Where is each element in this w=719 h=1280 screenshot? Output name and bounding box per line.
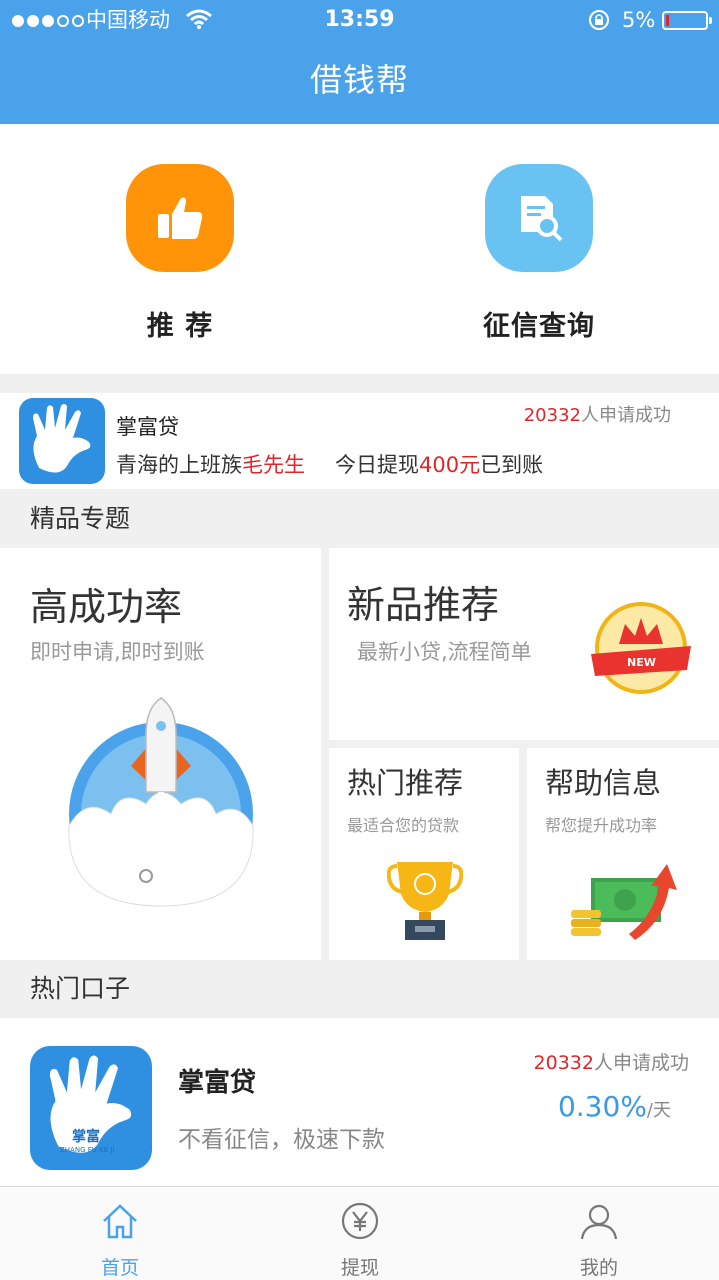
tab-home-label: 首页	[100, 1257, 139, 1279]
hot-product-count: 20332人申请成功	[533, 1052, 689, 1074]
rotation-lock-icon	[589, 10, 609, 30]
app-screen: 中国移动 13:59 5% 借钱帮 推 荐 征信查询 掌富贷 20332人申请成…	[0, 0, 719, 1280]
battery-percent: 5%	[622, 8, 656, 32]
ticker-product-name: 掌富贷	[116, 415, 179, 439]
ticker-success-count: 20332人申请成功	[523, 405, 671, 426]
help-info-card[interactable]: 帮助信息 帮您提升成功率	[527, 748, 719, 960]
yen-icon	[341, 1202, 379, 1240]
status-time: 13:59	[324, 7, 395, 32]
featured-section-title: 精品专题	[30, 504, 131, 533]
new-badge-icon: NEW	[587, 598, 695, 698]
trophy-icon	[387, 862, 463, 940]
hot-product-rate: 0.30%/天	[557, 1090, 671, 1123]
high-success-title: 高成功率	[30, 585, 183, 629]
new-products-title: 新品推荐	[347, 583, 500, 627]
new-products-subtitle: 最新小贷,流程简单	[357, 640, 532, 664]
success-ticker[interactable]: 掌富贷 20332人申请成功 青海的上班族毛先生 今日提现400元已到账	[0, 393, 719, 489]
rocket-icon	[68, 697, 254, 907]
thumbs-up-icon	[126, 164, 234, 272]
tab-withdraw-label: 提现	[340, 1257, 379, 1279]
quick-actions: 推 荐 征信查询	[0, 124, 719, 374]
zhangfudai-logo	[19, 398, 105, 484]
tab-mine-label: 我的	[579, 1257, 618, 1279]
high-success-card[interactable]: 高成功率 即时申请,即时到账	[0, 548, 321, 960]
recommend-label: 推 荐	[146, 311, 214, 342]
ticker-message: 青海的上班族毛先生 今日提现400元已到账	[116, 453, 544, 477]
status-bar: 中国移动 13:59 5%	[0, 0, 719, 40]
hot-product-item[interactable]: 掌富 ZHANG FU KE JI 掌富贷 不看征信，极速下款 20332人申请…	[0, 1018, 719, 1186]
user-icon	[580, 1204, 618, 1240]
home-icon	[103, 1204, 137, 1239]
help-info-title: 帮助信息	[545, 766, 662, 800]
new-products-card[interactable]: 新品推荐 最新小贷,流程简单 NEW	[329, 548, 719, 740]
battery-icon	[662, 11, 712, 30]
money-growth-icon	[571, 864, 677, 940]
help-info-subtitle: 帮您提升成功率	[545, 816, 658, 835]
hot-recommend-title: 热门推荐	[347, 766, 464, 800]
high-success-subtitle: 即时申请,即时到账	[30, 640, 205, 664]
hot-product-name: 掌富贷	[178, 1068, 257, 1098]
new-badge-label: NEW	[627, 656, 656, 669]
tab-bar: 首页 提现 我的	[0, 1186, 719, 1280]
app-header: 中国移动 13:59 5% 借钱帮	[0, 0, 719, 124]
hot-recommend-subtitle: 最适合您的贷款	[347, 816, 460, 835]
zhangfudai-logo: 掌富 ZHANG FU KE JI	[30, 1046, 152, 1170]
tab-mine[interactable]: 我的	[529, 1187, 669, 1280]
credit-check-label: 征信查询	[483, 311, 595, 342]
hot-product-desc: 不看征信，极速下款	[178, 1127, 385, 1153]
credit-check-button[interactable]: 征信查询	[459, 164, 619, 343]
document-search-icon	[485, 164, 593, 272]
hot-section-title: 热门口子	[30, 974, 131, 1003]
recommend-button[interactable]: 推 荐	[100, 164, 260, 343]
page-title: 借钱帮	[309, 61, 409, 99]
hot-recommend-card[interactable]: 热门推荐 最适合您的贷款	[329, 748, 519, 960]
tab-withdraw[interactable]: 提现	[290, 1187, 430, 1280]
tab-home[interactable]: 首页	[50, 1187, 190, 1280]
